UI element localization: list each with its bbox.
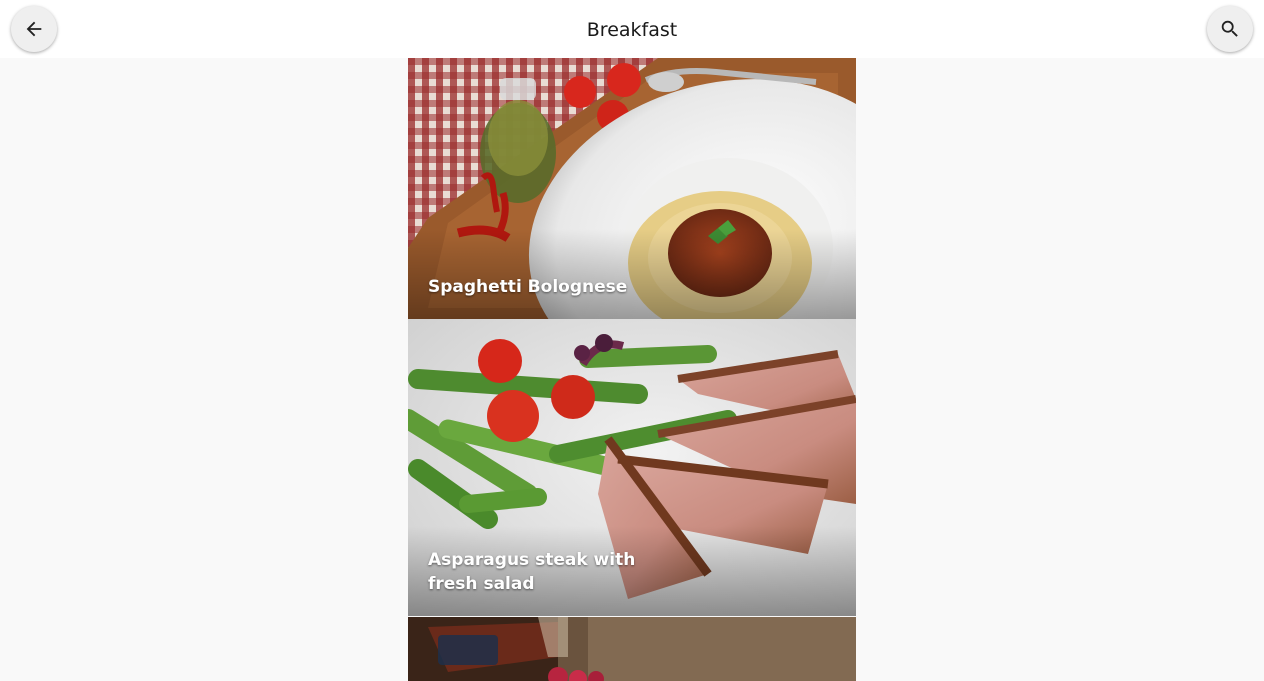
- recipe-title: Spaghetti Bolognese: [428, 277, 628, 297]
- card-scrim: [408, 229, 856, 319]
- recipe-title: Asparagus steak with fresh salad: [428, 550, 636, 594]
- recipe-card-3[interactable]: [408, 617, 856, 681]
- search-icon: [1221, 20, 1238, 37]
- syrup-berries-photo: [408, 617, 856, 681]
- recipe-card-asparagus-steak[interactable]: Asparagus steak with fresh salad: [408, 319, 856, 616]
- recipe-list[interactable]: Spaghetti Bolognese Asparagus steak with…: [408, 58, 856, 681]
- app-bar: Breakfast: [0, 0, 1264, 58]
- recipe-card-spaghetti-bolognese[interactable]: Spaghetti Bolognese: [408, 58, 856, 319]
- search-button[interactable]: [1207, 6, 1253, 52]
- page-title: Breakfast: [586, 19, 678, 41]
